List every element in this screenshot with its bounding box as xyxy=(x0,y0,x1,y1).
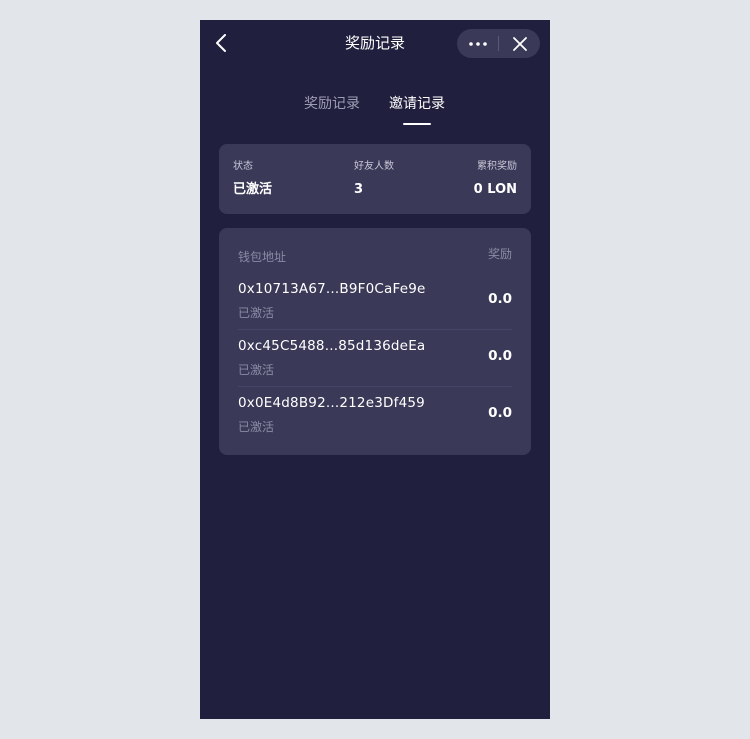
reward-amount: 0.0 xyxy=(488,405,512,421)
tab-invite-records[interactable]: 邀请记录 xyxy=(389,94,445,114)
friends-count-label: 好友人数 xyxy=(354,161,394,172)
wallet-address-header: 钱包地址 xyxy=(238,250,287,264)
summary-friends: 好友人数 3 xyxy=(354,160,394,199)
status-value: 已激活 xyxy=(233,182,273,197)
wallet-address: 0x10713A67...B9F0CaFe9e xyxy=(238,281,426,297)
more-button[interactable] xyxy=(457,29,498,58)
wallet-address: 0xc45C5488...85d136deEa xyxy=(238,338,426,354)
list-header: 钱包地址 奖励 xyxy=(238,246,512,264)
row-divider xyxy=(238,329,512,330)
invite-status: 已激活 xyxy=(238,306,275,320)
total-reward-value: 0 LON xyxy=(473,182,517,197)
close-icon xyxy=(512,36,527,51)
total-reward-label: 累积奖励 xyxy=(477,161,517,172)
tab-bar: 奖励记录 邀请记录 xyxy=(200,94,550,126)
phone-screen: 奖励记录 奖励记录 邀请记录 状态 已激活 好友人数 3 累积奖励 0 LON … xyxy=(200,20,550,719)
friends-count-value: 3 xyxy=(354,182,364,197)
row-divider xyxy=(238,386,512,387)
status-label: 状态 xyxy=(233,161,253,172)
invite-list-card: 钱包地址 奖励 0x10713A67...B9F0CaFe9e 已激活 0.0 … xyxy=(219,228,531,455)
reward-amount: 0.0 xyxy=(488,348,512,364)
invite-summary-card: 状态 已激活 好友人数 3 累积奖励 0 LON xyxy=(219,144,531,214)
navigation-bar: 奖励记录 xyxy=(200,20,550,68)
more-horizontal-icon xyxy=(468,41,487,46)
close-button[interactable] xyxy=(499,29,540,58)
invite-status: 已激活 xyxy=(238,420,275,434)
list-item: 0x0E4d8B92...212e3Df459 已激活 0.0 xyxy=(238,394,512,451)
mini-program-capsule xyxy=(457,29,540,58)
reward-header: 奖励 xyxy=(487,247,512,261)
tab-reward-records[interactable]: 奖励记录 xyxy=(304,94,360,114)
summary-status: 状态 已激活 xyxy=(233,160,272,199)
reward-amount: 0.0 xyxy=(488,291,512,307)
active-tab-indicator xyxy=(403,123,431,125)
summary-reward: 累积奖励 0 LON xyxy=(474,160,517,199)
wallet-address: 0x0E4d8B92...212e3Df459 xyxy=(238,395,425,411)
invite-status: 已激活 xyxy=(238,363,275,377)
